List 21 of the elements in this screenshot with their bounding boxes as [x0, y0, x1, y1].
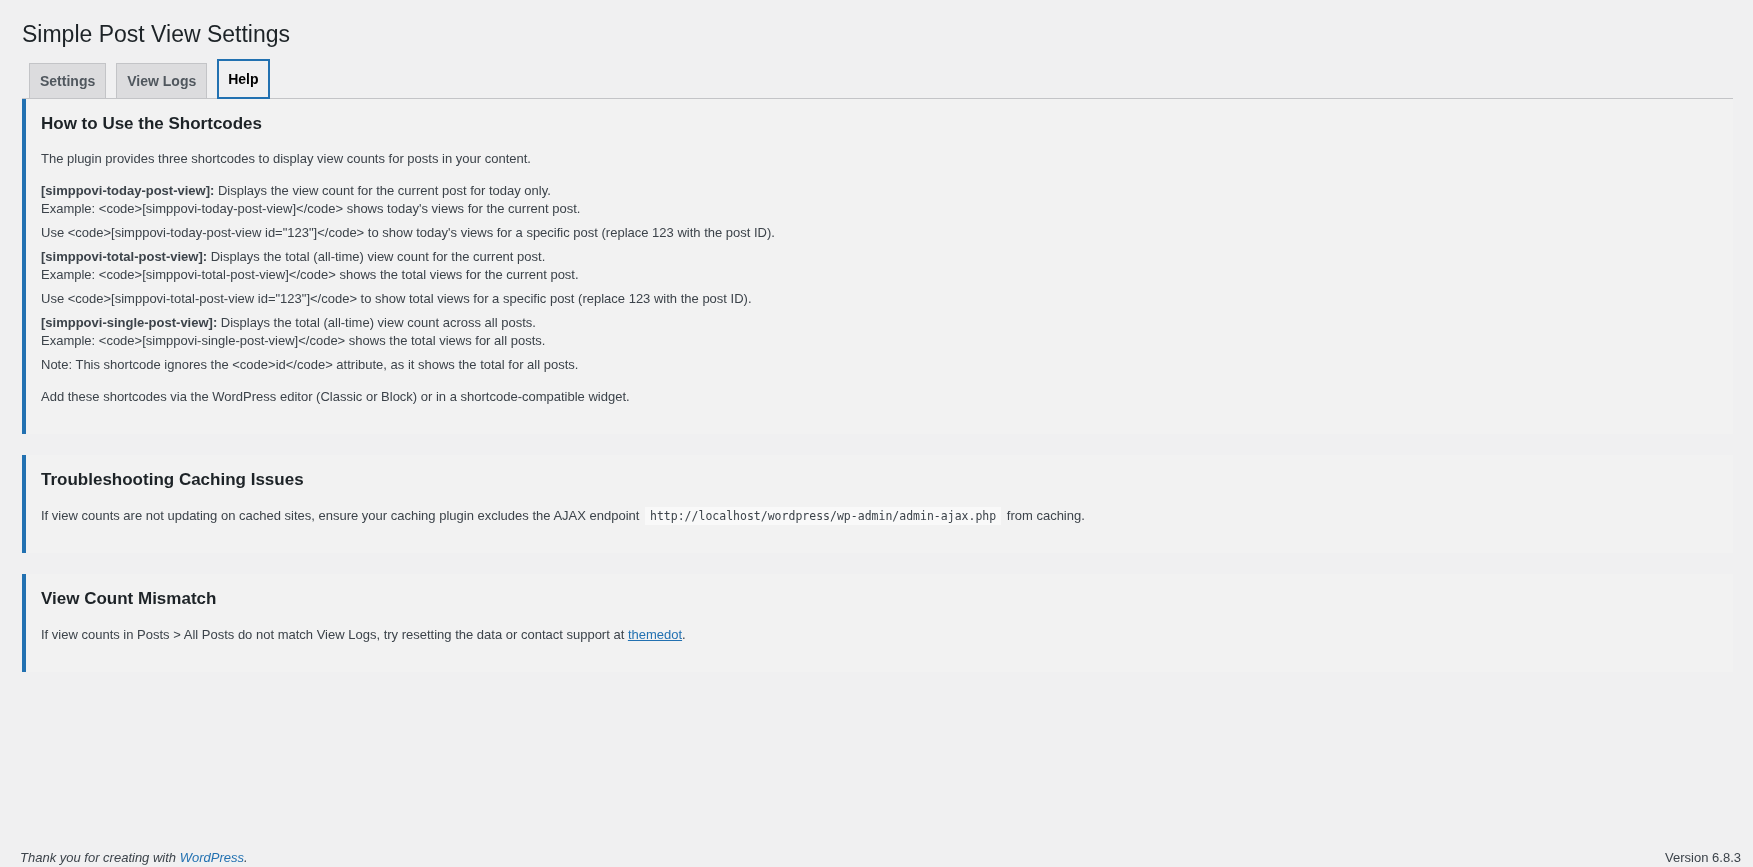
- body-text: Add these shortcodes via the WordPress editor (Classic or Block) or in a shortcode-compatible widget.: [41, 388, 631, 406]
- shortcode-text: [simppovi-today-post-view]: Displays the view count for the current post for today only. Example: <code>[simppovi-today-post-view]</code> shows today's views for the current post.: [41, 182, 582, 218]
- section-heading: How to Use the Shortcodes: [41, 113, 264, 135]
- wordpress-link[interactable]: WordPress: [179, 850, 244, 865]
- nav-tab[interactable]: Help: [217, 59, 270, 99]
- body-text: If view counts in Posts > All Posts do not match View Logs, try resetting the data or contact support at themedot.: [41, 626, 687, 644]
- body-text: If view counts are not updating on cached sites, ensure your caching plugin excludes the AJAX endpoint http://localhost/wordpress/wp-admin/admin-ajax.php from caching.: [41, 507, 1086, 525]
- version-text: Version 6.8.3: [1665, 849, 1741, 867]
- nav-tab[interactable]: View Logs: [116, 63, 208, 99]
- nav-tab[interactable]: Settings: [29, 63, 107, 99]
- shortcode-text: Note: This shortcode ignores the <code>id</code> attribute, as it shows the total for all posts.: [41, 356, 580, 374]
- shortcode-text: [simppovi-total-post-view]: Displays the total (all-time) view count for the current post. Example: <code>[simppovi-total-post-view]</code> shows the total views for the current post.: [41, 248, 580, 284]
- shortcode-text: [simppovi-single-post-view]: Displays the total (all-time) view count across all posts. Example: <code>[simppovi-single-post-view]</code> shows the total views for all posts.: [41, 314, 547, 350]
- code-snippet: http://localhost/wordpress/wp-admin/admin-ajax.php: [645, 507, 1002, 525]
- section-heading: Troubleshooting Caching Issues: [41, 469, 305, 491]
- shortcode-text: Use <code>[simppovi-today-post-view id="123"]</code> to show today's views for a specific post (replace 123 with the post ID).: [41, 224, 776, 242]
- page-title: Simple Post View Settings: [22, 20, 292, 49]
- footer-credit: Thank you for creating with WordPress.: [20, 849, 248, 867]
- body-text: The plugin provides three shortcodes to display view counts for posts in your content.: [41, 150, 532, 168]
- section-heading: View Count Mismatch: [41, 588, 218, 610]
- shortcode-text: Use <code>[simppovi-total-post-view id="123"]</code> to show total views for a specific post (replace 123 with the post ID).: [41, 290, 753, 308]
